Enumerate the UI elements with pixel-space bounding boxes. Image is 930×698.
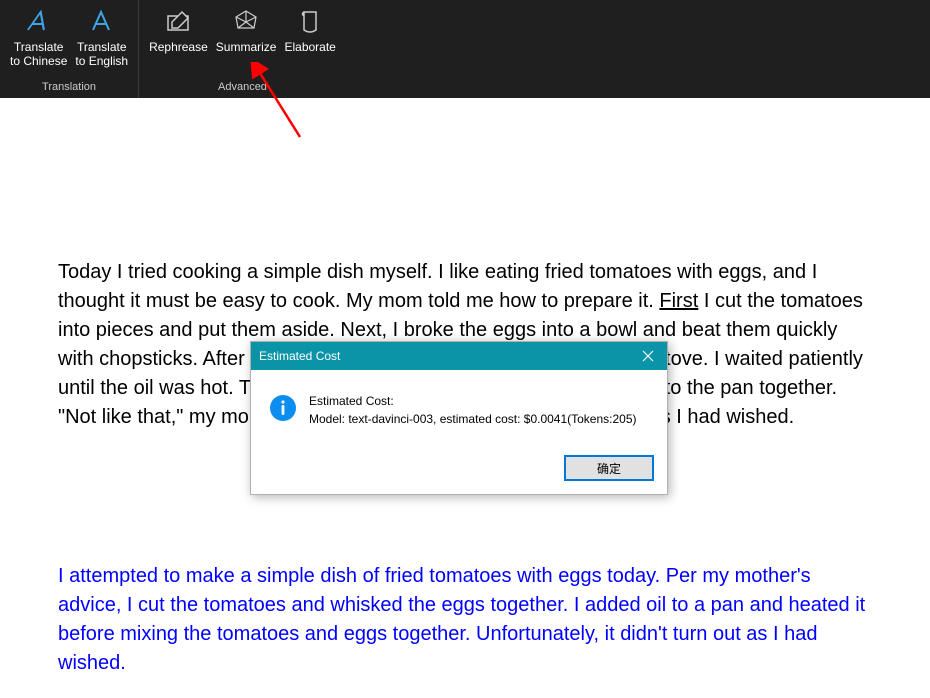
- elaborate-icon: [296, 6, 324, 38]
- translate-to-english-button[interactable]: Translate to English: [71, 0, 132, 78]
- ribbon-button-label: Translate to English: [75, 40, 128, 68]
- dialog-line: Model: text-davinci-003, estimated cost:…: [309, 410, 637, 428]
- estimated-cost-dialog: Estimated Cost Estimated Cost: Model: te…: [250, 341, 668, 495]
- dialog-message: Estimated Cost: Model: text-davinci-003,…: [309, 392, 637, 428]
- text-underlined: First: [659, 290, 698, 312]
- summarize-button[interactable]: Summarize: [212, 0, 281, 78]
- ribbon-button-label: Elaborate: [284, 40, 335, 54]
- paragraph-summary: I attempted to make a simple dish of fri…: [58, 562, 872, 678]
- ribbon-toolbar: Translate to Chinese Translate to Englis…: [0, 0, 930, 98]
- translate-chinese-icon: [25, 6, 53, 38]
- ribbon-group-translation: Translate to Chinese Translate to Englis…: [0, 0, 139, 98]
- summarize-icon: [232, 6, 260, 38]
- ok-button[interactable]: 确定: [565, 456, 653, 480]
- ribbon-group-label: Translation: [42, 78, 96, 98]
- elaborate-button[interactable]: Elaborate: [280, 0, 339, 78]
- rephrase-icon: [164, 6, 192, 38]
- dialog-titlebar[interactable]: Estimated Cost: [251, 342, 667, 370]
- ribbon-group-label: Advanced: [218, 78, 267, 98]
- dialog-title: Estimated Cost: [259, 349, 340, 363]
- ribbon-button-label: Rephrease: [149, 40, 208, 54]
- translate-to-chinese-button[interactable]: Translate to Chinese: [6, 0, 71, 78]
- close-button[interactable]: [629, 342, 667, 370]
- translate-english-icon: [88, 6, 116, 38]
- ribbon-button-label: Summarize: [216, 40, 277, 54]
- info-icon: [269, 394, 297, 425]
- ribbon-button-label: Translate to Chinese: [10, 40, 67, 68]
- close-icon: [642, 350, 654, 362]
- ribbon-group-advanced: Rephrease Summarize Elaborate Advanced: [139, 0, 346, 98]
- dialog-line: Estimated Cost:: [309, 392, 637, 410]
- rephrase-button[interactable]: Rephrease: [145, 0, 212, 78]
